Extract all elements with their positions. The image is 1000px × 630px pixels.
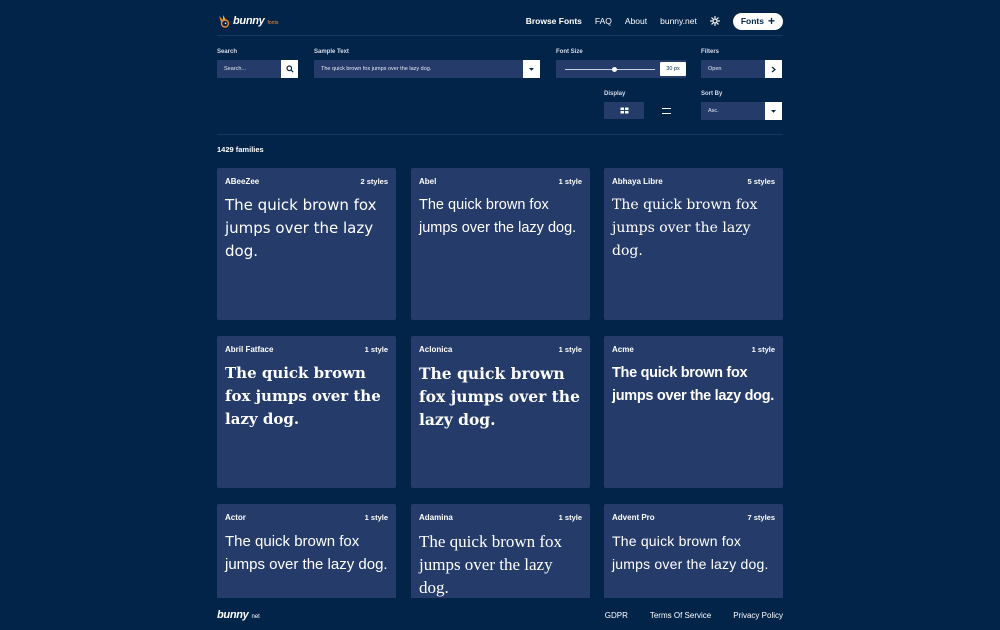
search-button[interactable] bbox=[281, 60, 298, 78]
font-size-slider-track[interactable] bbox=[565, 69, 655, 70]
search-label: Search bbox=[217, 49, 238, 55]
font-sample: The quick brown fox jumps over the lazy … bbox=[225, 364, 381, 428]
font-name: Actor bbox=[225, 513, 246, 522]
theme-toggle-icon[interactable] bbox=[709, 16, 720, 26]
logo-text: bunny bbox=[233, 15, 265, 27]
font-sample: The quick brown fox jumps over the lazy … bbox=[612, 197, 758, 259]
font-sample: The quick brown fox jumps over the lazy … bbox=[419, 364, 580, 429]
style-count: 1 style bbox=[558, 513, 582, 522]
grid-view-button[interactable] bbox=[604, 102, 644, 119]
display-label: Display bbox=[604, 91, 626, 97]
nav-about[interactable]: About bbox=[625, 16, 647, 26]
style-count: 1 style bbox=[364, 345, 388, 354]
font-sample: The quick brown fox jumps over the lazy … bbox=[419, 197, 577, 236]
bunny-logo[interactable]: bunny fonts bbox=[217, 14, 278, 28]
chevron-down-icon bbox=[771, 109, 776, 113]
font-sample: The quick brown fox jumps over the lazy … bbox=[419, 532, 563, 597]
footer-logo-text: bunny bbox=[217, 609, 249, 621]
grid-view-icon bbox=[620, 107, 628, 114]
sample-text-dropdown-button[interactable] bbox=[523, 60, 540, 78]
chevron-down-icon bbox=[529, 67, 534, 71]
sort-by-select[interactable]: Asc. bbox=[701, 102, 765, 120]
sort-by-label: Sort By bbox=[701, 91, 723, 97]
font-sample: The quick brown fox jumps over the lazy … bbox=[225, 533, 388, 573]
font-size-value: 30 px bbox=[660, 62, 686, 76]
style-count: 1 style bbox=[364, 513, 388, 522]
footer-link-gdpr[interactable]: GDPR bbox=[605, 611, 628, 620]
font-size-slider-handle[interactable] bbox=[612, 67, 617, 72]
font-card[interactable]: Aclonica 1 style The quick brown fox jump… bbox=[411, 336, 590, 488]
filters-label: Filters bbox=[701, 49, 720, 55]
bunny-logo-icon bbox=[219, 15, 230, 28]
font-card[interactable]: Abhaya Libre 5 styles The quick brown fox… bbox=[604, 168, 783, 320]
site-footer: bunny net GDPR Terms Of Service Privacy … bbox=[217, 607, 783, 623]
sample-text-input[interactable]: The quick brown fox jumps over the lazy … bbox=[314, 60, 523, 78]
search-input[interactable]: Search... bbox=[217, 60, 281, 78]
controls-divider bbox=[217, 134, 783, 135]
font-card[interactable]: ABeeZee 2 styles The quick brown fox jump… bbox=[217, 168, 396, 320]
nav-browse-fonts[interactable]: Browse Fonts bbox=[526, 16, 582, 26]
font-sample: The quick brown fox jumps over the lazy … bbox=[225, 196, 377, 260]
font-name: Abril Fatface bbox=[225, 345, 274, 354]
font-name: Aclonica bbox=[419, 345, 453, 354]
font-sample: The quick brown fox jumps over the lazy … bbox=[612, 533, 769, 572]
sample-text-label: Sample Text bbox=[314, 49, 349, 55]
filters-open-button[interactable] bbox=[765, 60, 782, 78]
font-name: Abel bbox=[419, 177, 437, 186]
sort-by-dropdown-button[interactable] bbox=[765, 102, 782, 120]
header-divider bbox=[217, 35, 783, 36]
font-card[interactable]: Abel 1 style The quick brown fox jumps ov… bbox=[411, 168, 590, 320]
site-header: bunny fonts Browse Fonts FAQ About bunny… bbox=[217, 10, 783, 32]
search-icon bbox=[285, 65, 294, 73]
logo-subtext: fonts bbox=[267, 20, 279, 26]
footer-link-privacy[interactable]: Privacy Policy bbox=[733, 611, 783, 620]
main-nav: Browse Fonts FAQ About bunny.net Fonts + bbox=[526, 12, 783, 30]
font-name: Advent Pro bbox=[612, 513, 655, 522]
style-count: 1 style bbox=[558, 345, 582, 354]
list-view-icon[interactable] bbox=[662, 108, 671, 114]
fonts-button-label: Fonts bbox=[740, 16, 764, 26]
font-name: Adamina bbox=[419, 513, 453, 522]
filters-select[interactable]: Open bbox=[701, 60, 765, 78]
font-name: Acme bbox=[612, 345, 634, 354]
font-size-label: Font Size bbox=[556, 49, 583, 55]
style-count: 1 style bbox=[558, 177, 582, 186]
style-count: 2 styles bbox=[360, 177, 388, 186]
nav-bunny-net[interactable]: bunny.net bbox=[660, 16, 697, 26]
style-count: 1 style bbox=[751, 345, 775, 354]
font-name: ABeeZee bbox=[225, 177, 260, 186]
chevron-right-icon bbox=[771, 66, 776, 72]
footer-logo[interactable]: bunny net bbox=[217, 609, 260, 621]
style-count: 5 styles bbox=[747, 177, 775, 186]
footer-logo-subtext: net bbox=[251, 614, 260, 620]
font-sample: The quick brown fox jumps over the lazy … bbox=[612, 365, 774, 404]
font-card[interactable]: Abril Fatface 1 style The quick brown fox… bbox=[217, 336, 396, 488]
font-card[interactable]: Acme 1 style The quick brown fox jumps ov… bbox=[604, 336, 783, 488]
footer-link-terms[interactable]: Terms Of Service bbox=[650, 611, 711, 620]
family-count: 1429 families bbox=[217, 145, 264, 154]
fonts-button[interactable]: Fonts + bbox=[732, 12, 783, 30]
plus-icon: + bbox=[767, 14, 775, 28]
font-name: Abhaya Libre bbox=[612, 177, 663, 186]
nav-faq[interactable]: FAQ bbox=[595, 16, 612, 26]
style-count: 7 styles bbox=[747, 513, 775, 522]
footer-links: GDPR Terms Of Service Privacy Policy bbox=[605, 611, 783, 620]
